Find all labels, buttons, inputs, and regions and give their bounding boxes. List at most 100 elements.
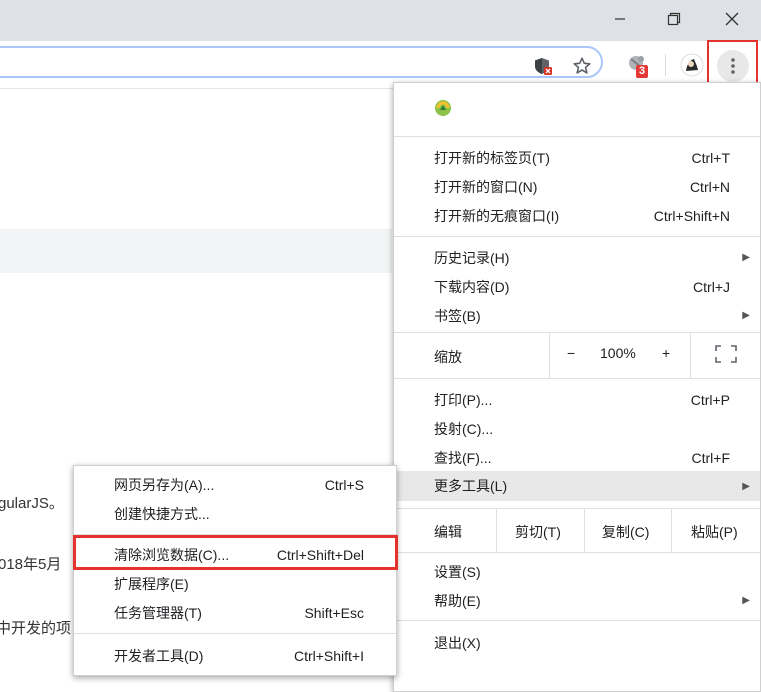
edit-separator (496, 509, 497, 553)
bookmark-star-button[interactable] (570, 54, 594, 78)
menu-separator (394, 552, 760, 553)
menu-item-label: 打印(P)... (434, 391, 493, 408)
menu-item-label: 任务管理器(T) (114, 604, 202, 621)
menu-separator (394, 136, 760, 137)
update-notice[interactable] (434, 99, 452, 120)
zoom-in-button[interactable]: + (662, 345, 670, 361)
page-divider (0, 88, 392, 89)
menu-item-label: 历史记录(H) (434, 249, 510, 266)
menu-item-label: 打开新的窗口(N) (434, 178, 538, 195)
submenu-arrow-icon: ▶ (742, 310, 750, 321)
menu-item-new-window[interactable]: 打开新的窗口(N) Ctrl+N (394, 172, 760, 201)
menu-item-more-tools[interactable]: 更多工具(L) ▶ (394, 471, 760, 501)
menu-separator (394, 620, 760, 621)
zoom-level: 100% (600, 345, 636, 361)
menu-item-label: 开发者工具(D) (114, 647, 204, 664)
menu-item-shortcut: Ctrl+Shift+N (653, 207, 730, 224)
zoom-out-button[interactable]: − (567, 345, 575, 361)
fullscreen-button[interactable] (715, 345, 737, 366)
edit-separator (584, 509, 585, 553)
menu-item-print[interactable]: 打印(P)... Ctrl+P (394, 385, 760, 414)
menu-item-label: 投射(C)... (434, 420, 494, 437)
menu-item-label: 退出(X) (434, 634, 481, 651)
menu-separator (394, 378, 760, 379)
submenu-item-extensions[interactable]: 扩展程序(E) (74, 569, 396, 598)
menu-item-shortcut: Ctrl+J (693, 278, 730, 295)
toolbar-divider (665, 54, 666, 76)
menu-item-label: 查找(F)... (434, 449, 492, 466)
menu-item-new-incognito-window[interactable]: 打开新的无痕窗口(I) Ctrl+Shift+N (394, 201, 760, 230)
menu-separator (394, 236, 760, 237)
menu-item-history[interactable]: 历史记录(H) ▶ (394, 243, 760, 272)
menu-item-downloads[interactable]: 下载内容(D) Ctrl+J (394, 272, 760, 301)
star-icon (573, 57, 591, 74)
submenu-arrow-icon: ▶ (742, 480, 750, 492)
close-icon (725, 12, 739, 26)
chrome-main-menu: 打开新的标签页(T) Ctrl+T 打开新的窗口(N) Ctrl+N 打开新的无… (393, 82, 761, 692)
profile-button[interactable] (679, 52, 705, 78)
restore-button[interactable] (650, 0, 698, 38)
menu-item-shortcut: Ctrl+N (689, 178, 730, 195)
menu-item-settings[interactable]: 设置(S) (394, 557, 760, 586)
edit-row: 编辑 剪切(T) 复制(C) 粘贴(P) (394, 509, 760, 553)
menu-item-cast[interactable]: 投射(C)... (394, 414, 760, 443)
submenu-item-create-shortcut[interactable]: 创建快捷方式... (74, 499, 396, 528)
menu-item-label: 扩展程序(E) (114, 575, 189, 592)
shield-blocked-icon (535, 58, 552, 75)
submenu-arrow-icon: ▶ (742, 252, 750, 263)
menu-item-help[interactable]: 帮助(E) ▶ (394, 586, 760, 615)
page-grey-strip (0, 229, 392, 273)
page-text-line: 018年5月 (0, 556, 62, 573)
menu-item-label: 创建快捷方式... (114, 505, 210, 522)
minimize-button[interactable] (596, 0, 644, 38)
close-window-button[interactable] (708, 0, 756, 38)
menu-item-bookmarks[interactable]: 书签(B) ▶ (394, 301, 760, 330)
site-security-icon[interactable] (532, 55, 554, 77)
submenu-item-save-page-as[interactable]: 网页另存为(A)... Ctrl+S (74, 470, 396, 499)
menu-item-label: 打开新的无痕窗口(I) (434, 207, 560, 224)
menu-item-exit[interactable]: 退出(X) (394, 628, 760, 657)
clear-browsing-data-highlight (73, 535, 398, 570)
more-tools-submenu: 网页另存为(A)... Ctrl+S 创建快捷方式... 清除浏览数据(C)..… (73, 465, 397, 676)
menu-item-shortcut: Ctrl+T (691, 149, 731, 166)
menu-item-shortcut: Ctrl+Shift+I (293, 647, 364, 664)
menu-separator (74, 633, 396, 634)
menu-item-label: 更多工具(L) (434, 478, 508, 494)
menu-item-shortcut: Ctrl+S (324, 476, 364, 493)
menu-item-label: 设置(S) (434, 563, 481, 580)
zoom-separator (690, 332, 691, 378)
address-bar[interactable] (0, 46, 603, 78)
edit-separator (671, 509, 672, 553)
zoom-label: 缩放 (434, 349, 462, 365)
menu-item-label: 帮助(E) (434, 592, 481, 609)
menu-button-highlight (707, 40, 758, 86)
menu-item-label: 书签(B) (434, 307, 481, 324)
menu-item-label: 下载内容(D) (434, 278, 510, 295)
menu-item-find[interactable]: 查找(F)... Ctrl+F (394, 443, 760, 472)
extension-button[interactable]: 3 (622, 51, 654, 81)
paste-button[interactable]: 粘贴(P) (691, 522, 738, 542)
extension-logo-icon (435, 100, 451, 116)
page-text-line: gularJS。 (0, 495, 64, 512)
zoom-row: 缩放 − 100% + (394, 332, 760, 378)
restore-icon (667, 12, 681, 26)
cut-button[interactable]: 剪切(T) (515, 522, 561, 542)
zoom-separator (549, 332, 550, 378)
extension-badge: 3 (636, 65, 649, 78)
submenu-arrow-icon: ▶ (742, 595, 750, 606)
menu-item-label: 网页另存为(A)... (114, 476, 215, 493)
submenu-item-task-manager[interactable]: 任务管理器(T) Shift+Esc (74, 598, 396, 627)
menu-item-new-tab[interactable]: 打开新的标签页(T) Ctrl+T (394, 143, 760, 172)
menu-item-shortcut: Shift+Esc (304, 604, 364, 621)
copy-button[interactable]: 复制(C) (602, 522, 649, 542)
title-bar (0, 0, 761, 41)
avatar-icon (680, 53, 704, 77)
menu-item-shortcut: Ctrl+F (691, 449, 731, 466)
fullscreen-icon (715, 345, 737, 363)
edit-label: 编辑 (434, 524, 462, 540)
page-text-line: 中开发的项 (0, 620, 72, 637)
menu-item-shortcut: Ctrl+P (690, 391, 730, 408)
minimize-icon (615, 18, 625, 20)
menu-item-label: 打开新的标签页(T) (434, 149, 550, 166)
submenu-item-developer-tools[interactable]: 开发者工具(D) Ctrl+Shift+I (74, 641, 396, 670)
